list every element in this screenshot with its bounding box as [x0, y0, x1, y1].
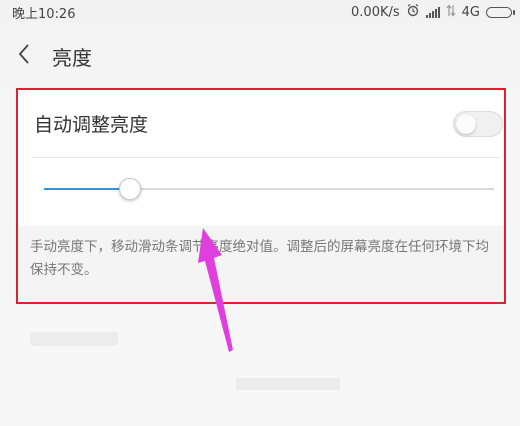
pointer-arrow-icon [198, 228, 233, 352]
